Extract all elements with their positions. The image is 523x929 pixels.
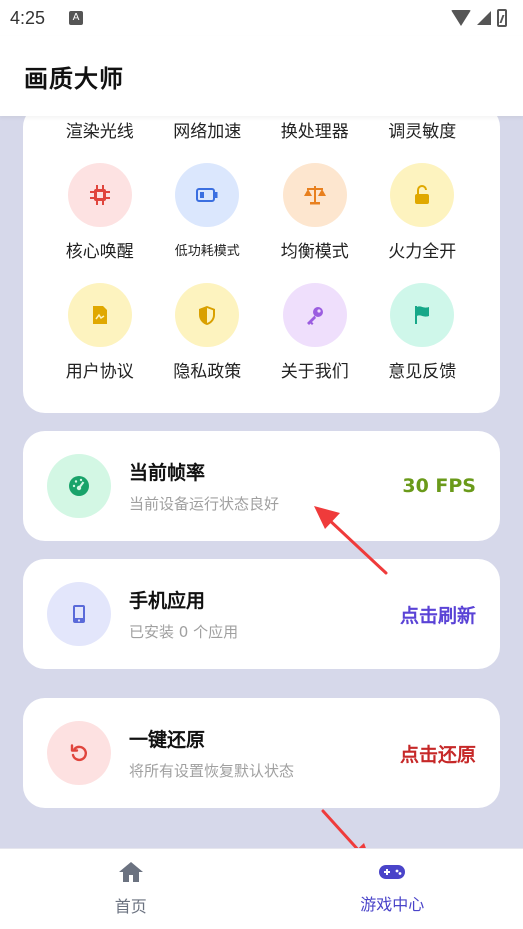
flag-icon <box>390 283 455 347</box>
battery-charging-icon <box>497 9 507 27</box>
feature-item-switch-processor[interactable]: 换处理器 <box>261 117 369 142</box>
feature-label: 用户协议 <box>65 362 134 382</box>
nav-home-label: 首页 <box>114 897 147 916</box>
feature-grid-card: 渲染光线 网络加速 换处理器 调灵敏度 核心唤醒 低功耗模式 均衡模式 火力全开… <box>23 105 500 413</box>
feature-label: 换处理器 <box>280 122 349 142</box>
page-title: 画质大师 <box>24 64 124 93</box>
reset-title: 一键还原 <box>129 729 206 751</box>
feature-row-bottom: 用户协议 隐私政策 关于我们 意见反馈 <box>23 283 500 382</box>
feature-label: 调灵敏度 <box>388 122 457 142</box>
home-icon <box>118 861 144 887</box>
unlock-icon <box>390 163 455 227</box>
key-icon <box>282 283 347 347</box>
feature-item-render-light[interactable]: 渲染光线 <box>46 117 154 142</box>
feature-row-top: 渲染光线 网络加速 换处理器 调灵敏度 <box>23 117 500 142</box>
bottom-nav: 首页 游戏中心 <box>0 848 523 929</box>
feature-label: 隐私政策 <box>173 362 242 382</box>
status-time: 4:25 <box>10 7 46 28</box>
refresh-button[interactable]: 点击刷新 <box>400 601 476 628</box>
feature-label: 意见反馈 <box>388 362 457 382</box>
speedometer-icon <box>47 454 111 518</box>
gamepad-icon <box>378 863 406 885</box>
nav-game-center[interactable]: 游戏中心 <box>262 849 523 929</box>
feature-item-low-power[interactable]: 低功耗模式 <box>154 163 262 262</box>
feature-item-feedback[interactable]: 意见反馈 <box>369 283 477 382</box>
signal-icon <box>477 11 491 25</box>
feature-row-mid: 核心唤醒 低功耗模式 均衡模式 火力全开 <box>23 163 500 262</box>
status-bar: 4:25 A <box>0 0 523 36</box>
app-bar: 画质大师 <box>0 36 523 116</box>
feature-label: 火力全开 <box>388 242 457 262</box>
chip-icon <box>67 163 132 227</box>
shield-icon <box>175 283 240 347</box>
notification-icon: A <box>69 11 84 25</box>
battery-low-icon <box>175 163 240 227</box>
reset-card: 一键还原 将所有设置恢复默认状态 点击还原 <box>23 698 500 808</box>
phone-apps-subtitle: 已安装 0 个应用 <box>129 623 239 641</box>
balance-scale-icon <box>282 163 347 227</box>
restore-icon <box>47 721 111 785</box>
feature-label: 均衡模式 <box>280 242 349 262</box>
phone-apps-title: 手机应用 <box>129 590 206 612</box>
feature-label: 低功耗模式 <box>174 244 240 259</box>
reset-subtitle: 将所有设置恢复默认状态 <box>129 762 295 780</box>
fps-card[interactable]: 当前帧率 当前设备运行状态良好 30 FPS <box>23 431 500 541</box>
nav-home[interactable]: 首页 <box>0 849 262 929</box>
feature-item-user-agreement[interactable]: 用户协议 <box>46 283 154 382</box>
document-icon <box>67 283 132 347</box>
feature-label: 关于我们 <box>280 362 349 382</box>
fps-value: 30 FPS <box>402 475 476 497</box>
feature-label: 渲染光线 <box>65 122 134 142</box>
feature-item-about-us[interactable]: 关于我们 <box>261 283 369 382</box>
nav-game-center-label: 游戏中心 <box>360 895 425 914</box>
feature-item-network-boost[interactable]: 网络加速 <box>154 117 262 142</box>
phone-icon <box>47 582 111 646</box>
restore-button[interactable]: 点击还原 <box>400 740 476 767</box>
wifi-icon <box>451 10 471 26</box>
feature-item-full-power[interactable]: 火力全开 <box>369 163 477 262</box>
feature-item-privacy-policy[interactable]: 隐私政策 <box>154 283 262 382</box>
feature-item-balanced[interactable]: 均衡模式 <box>261 163 369 262</box>
annotation-arrow-fps <box>314 506 388 575</box>
feature-item-core-wake[interactable]: 核心唤醒 <box>46 163 154 262</box>
phone-apps-card: 手机应用 已安装 0 个应用 点击刷新 <box>23 559 500 669</box>
fps-card-title: 当前帧率 <box>129 462 206 484</box>
feature-item-sensitivity[interactable]: 调灵敏度 <box>369 117 477 142</box>
feature-label: 核心唤醒 <box>65 242 134 262</box>
feature-label: 网络加速 <box>173 122 242 142</box>
